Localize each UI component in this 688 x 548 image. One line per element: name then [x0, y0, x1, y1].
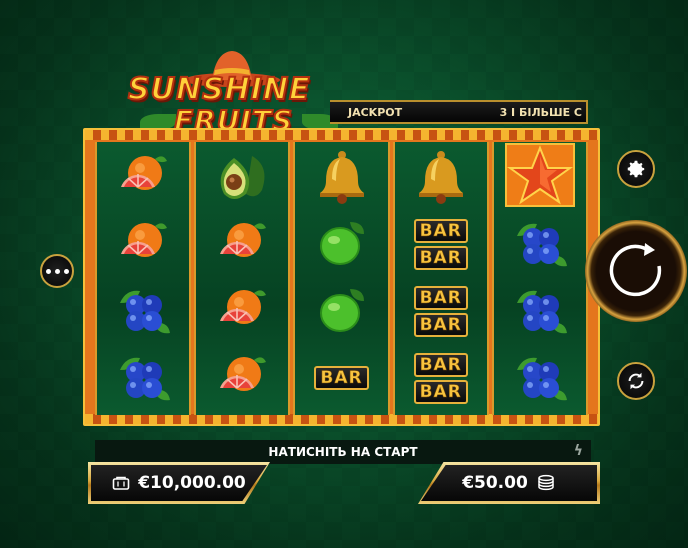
bar-label: BAR — [413, 352, 468, 377]
balance-display: €10,000.00 — [88, 462, 270, 504]
bar-label: BAR — [413, 285, 468, 310]
menu-button[interactable] — [40, 254, 74, 288]
symbol-avocado — [196, 144, 288, 210]
bet-display[interactable]: €50.00 — [418, 462, 600, 504]
symbol-lime — [295, 211, 387, 277]
symbol-orange — [97, 144, 189, 210]
symbol-double-bar: BAR BAR — [395, 345, 487, 411]
jackpot-banner: JACKPOT 3 І БІЛЬШЕ С — [330, 100, 588, 124]
coins-icon — [538, 474, 554, 491]
turbo-icon[interactable]: ϟ — [574, 443, 583, 459]
game-logo: SUNSHINE FRUITS — [120, 48, 350, 140]
status-message-bar: НАТИСНІТЬ НА СТАРТ ϟ — [95, 440, 591, 464]
balance-value: €10,000.00 — [138, 473, 246, 493]
symbol-bar: BAR — [295, 345, 387, 411]
symbol-blueberries — [494, 345, 586, 411]
symbol-bell — [395, 144, 487, 210]
symbol-orange — [196, 278, 288, 344]
reels-area: BAR BAR BAR BAR BAR BAR BAR — [95, 142, 589, 415]
settings-button[interactable] — [617, 150, 655, 188]
frame-trim-bottom — [85, 414, 598, 424]
symbol-double-bar: BAR BAR — [395, 278, 487, 344]
jackpot-label: JACKPOT — [348, 105, 403, 119]
symbol-blueberries — [97, 345, 189, 411]
bar-label: BAR — [413, 312, 468, 337]
symbol-blueberries — [97, 278, 189, 344]
bar-label: BAR — [413, 218, 468, 243]
bar-label: BAR — [314, 366, 369, 390]
dot-icon — [45, 268, 51, 274]
symbol-star — [494, 142, 586, 208]
symbol-orange — [196, 211, 288, 277]
spin-button[interactable] — [585, 220, 687, 322]
symbol-double-bar: BAR BAR — [395, 211, 487, 277]
symbol-bell — [295, 144, 387, 210]
reel-2 — [194, 142, 291, 415]
symbol-orange — [97, 211, 189, 277]
spin-arrow-icon — [609, 243, 662, 297]
gear-icon — [627, 160, 645, 178]
reel-4: BAR BAR BAR BAR BAR BAR — [392, 142, 489, 415]
symbol-orange — [196, 345, 288, 411]
jackpot-rule-text: 3 І БІЛЬШЕ С — [499, 105, 582, 119]
bar-label: BAR — [413, 245, 468, 270]
reel-1 — [95, 142, 192, 415]
status-message: НАТИСНІТЬ НА СТАРТ — [268, 445, 418, 459]
dot-icon — [54, 268, 60, 274]
frame-trim-top — [85, 130, 598, 140]
bet-value: €50.00 — [462, 473, 528, 493]
symbol-lime — [295, 278, 387, 344]
wallet-icon — [112, 476, 130, 490]
symbol-blueberries — [494, 278, 586, 344]
autoplay-button[interactable] — [617, 362, 655, 400]
symbol-blueberries — [494, 211, 586, 277]
autoplay-icon — [628, 372, 644, 390]
reel-3: BAR — [293, 142, 390, 415]
bar-label: BAR — [413, 379, 468, 404]
dot-icon — [63, 268, 69, 274]
logo-line-1: SUNSHINE — [127, 71, 311, 108]
reel-5 — [491, 142, 589, 415]
